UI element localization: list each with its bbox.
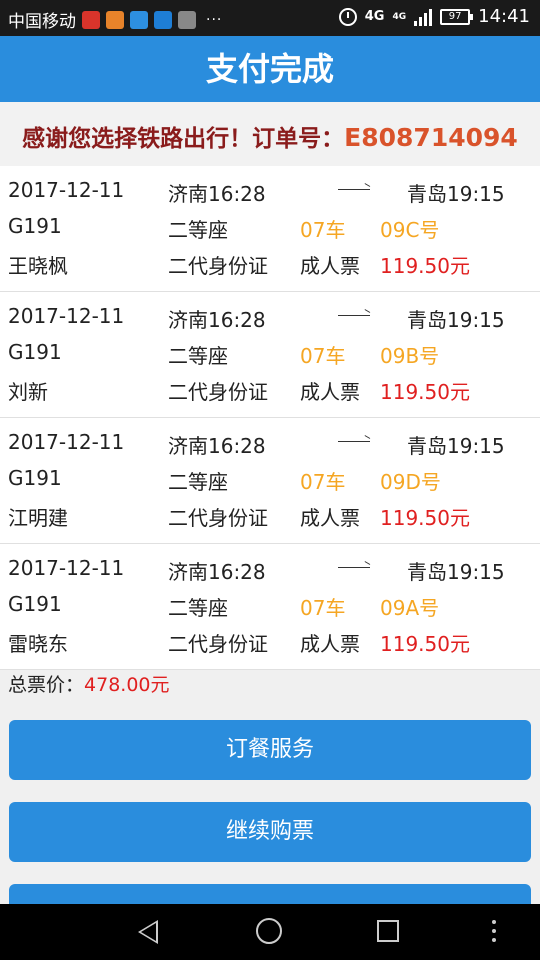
home-icon[interactable]: [256, 918, 282, 944]
departure: 济南16:28: [168, 560, 266, 584]
message-icon: [130, 10, 148, 29]
ticket-date: 2017-12-11: [8, 556, 125, 580]
menu-icon[interactable]: [492, 920, 496, 942]
id-type: 二代身份证: [168, 380, 268, 404]
ticket-price: 119.50元: [380, 506, 470, 530]
seat-number: 09C号: [380, 218, 440, 242]
network-type: 4G: [364, 8, 385, 24]
train-number: G191: [8, 592, 62, 616]
arrival: 青岛19:15: [407, 560, 505, 584]
alipay-icon: [154, 10, 172, 29]
seat-number: 09B号: [380, 344, 440, 368]
passenger-name: 江明建: [8, 506, 68, 530]
car-number: 07车: [300, 218, 346, 242]
status-bar: 中国移动 ··· 4G 4G 97 14:41: [0, 0, 540, 36]
meal-service-button[interactable]: 订餐服务: [9, 720, 531, 780]
id-type: 二代身份证: [168, 254, 268, 278]
passenger-name: 王晓枫: [8, 254, 68, 278]
seat-class: 二等座: [168, 470, 228, 494]
carrier-label: 中国移动: [8, 12, 76, 32]
train-number: G191: [8, 214, 62, 238]
app-notification-icon: [82, 10, 100, 29]
total-value: 478.00元: [84, 674, 170, 696]
ticket-item: 2017-12-11 济南16:28 青岛19:15 G191 二等座 07车 …: [0, 166, 540, 292]
car-number: 07车: [300, 470, 346, 494]
total-price: 总票价：478.00元: [8, 670, 170, 697]
departure: 济南16:28: [168, 182, 266, 206]
avatar-icon: [178, 10, 196, 29]
thanks-text: 感谢您选择铁路出行！订单号：: [22, 126, 345, 152]
ticket-date: 2017-12-11: [8, 178, 125, 202]
seat-class: 二等座: [168, 344, 228, 368]
seat-class: 二等座: [168, 218, 228, 242]
arrow-right-icon: [338, 567, 370, 568]
battery-icon: 97: [440, 8, 474, 25]
ticket-type: 成人票: [300, 506, 360, 530]
ticket-date: 2017-12-11: [8, 304, 125, 328]
app-notification-icon: [106, 10, 124, 29]
ticket-price: 119.50元: [380, 380, 470, 404]
alarm-icon: [338, 7, 357, 26]
back-icon[interactable]: [138, 920, 158, 944]
train-number: G191: [8, 466, 62, 490]
passenger-name: 雷晓东: [8, 632, 68, 656]
arrow-right-icon: [338, 441, 370, 442]
total-label: 总票价：: [8, 674, 85, 696]
id-type: 二代身份证: [168, 506, 268, 530]
order-number: E808714094: [344, 123, 518, 152]
seat-number: 09D号: [380, 470, 441, 494]
arrival: 青岛19:15: [407, 308, 505, 332]
seat-class: 二等座: [168, 596, 228, 620]
seat-number: 09A号: [380, 596, 440, 620]
ticket-item: 2017-12-11 济南16:28 青岛19:15 G191 二等座 07车 …: [0, 418, 540, 544]
car-number: 07车: [300, 596, 346, 620]
ticket-list: 2017-12-11 济南16:28 青岛19:15 G191 二等座 07车 …: [0, 166, 540, 670]
arrival: 青岛19:15: [407, 434, 505, 458]
recent-apps-icon[interactable]: [377, 920, 399, 942]
order-summary: 感谢您选择铁路出行！订单号：E808714094: [0, 102, 540, 166]
signal-icon: [414, 8, 433, 26]
clock: 14:41: [478, 6, 530, 27]
passenger-name: 刘新: [8, 380, 48, 404]
ticket-type: 成人票: [300, 380, 360, 404]
network-type-small: 4G: [392, 11, 407, 22]
arrow-right-icon: [338, 315, 370, 316]
car-number: 07车: [300, 344, 346, 368]
ticket-price: 119.50元: [380, 632, 470, 656]
page-title: 支付完成: [0, 36, 540, 102]
ticket-item: 2017-12-11 济南16:28 青岛19:15 G191 二等座 07车 …: [0, 292, 540, 418]
ticket-price: 119.50元: [380, 254, 470, 278]
train-number: G191: [8, 340, 62, 364]
ticket-item: 2017-12-11 济南16:28 青岛19:15 G191 二等座 07车 …: [0, 544, 540, 670]
navigation-bar: [0, 904, 540, 960]
more-notifications-icon: ···: [206, 11, 223, 28]
departure: 济南16:28: [168, 434, 266, 458]
continue-purchase-button[interactable]: 继续购票: [9, 802, 531, 862]
ticket-type: 成人票: [300, 254, 360, 278]
ticket-type: 成人票: [300, 632, 360, 656]
arrow-right-icon: [338, 189, 370, 190]
departure: 济南16:28: [168, 308, 266, 332]
arrival: 青岛19:15: [407, 182, 505, 206]
id-type: 二代身份证: [168, 632, 268, 656]
ticket-date: 2017-12-11: [8, 430, 125, 454]
